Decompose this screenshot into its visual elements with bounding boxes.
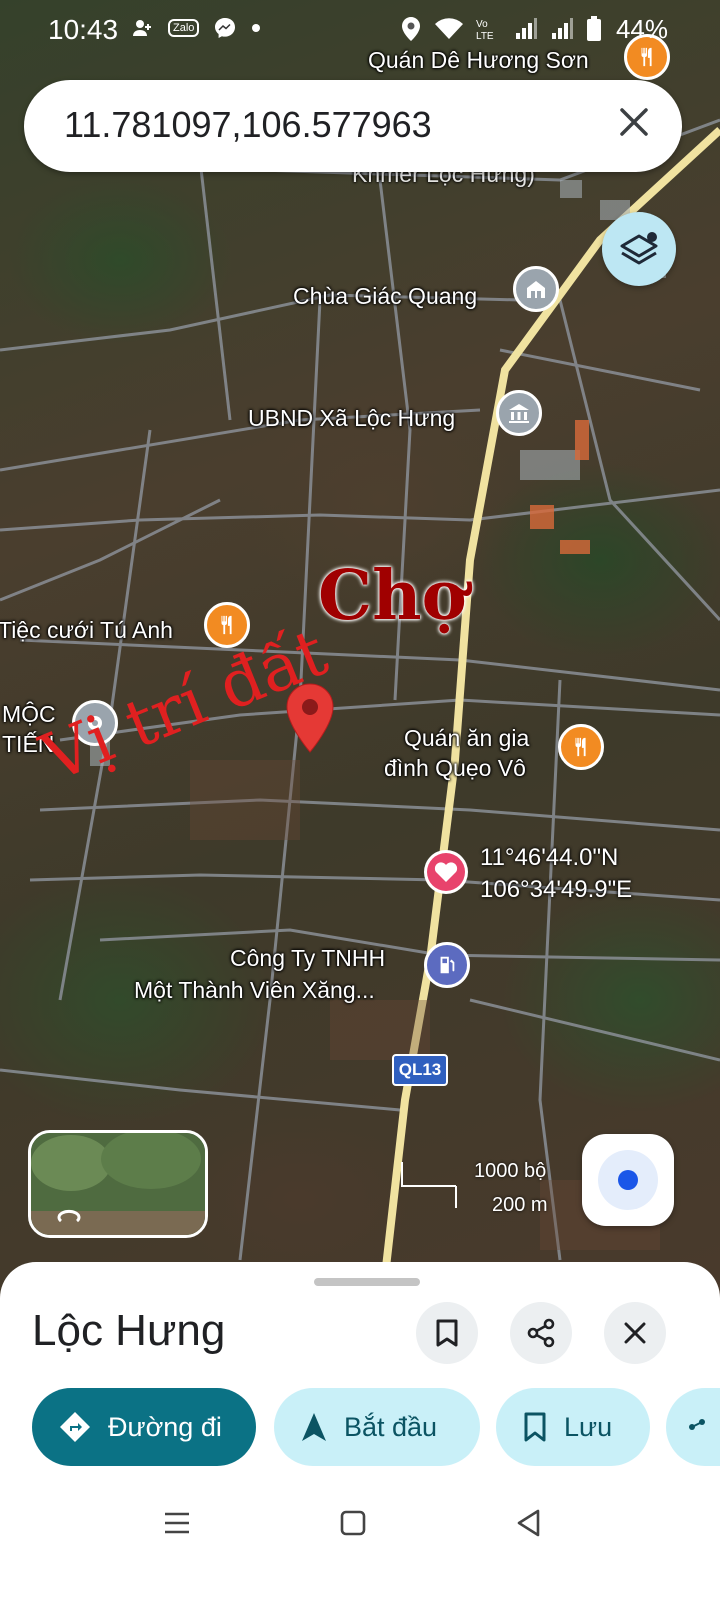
messenger-icon bbox=[215, 18, 236, 38]
status-bar: 10:43 Zalo Vo LTE 44% bbox=[0, 0, 720, 62]
save-place-button[interactable] bbox=[416, 1302, 478, 1364]
layers-button[interactable] bbox=[602, 212, 676, 286]
road-shield-ql13: QL13 bbox=[392, 1054, 448, 1086]
close-sheet-button[interactable] bbox=[604, 1302, 666, 1364]
pin-longitude: 106°34'49.9"E bbox=[480, 876, 633, 903]
start-button[interactable]: Bắt đầu bbox=[274, 1388, 480, 1466]
zalo-icon: Zalo bbox=[168, 19, 200, 37]
close-icon bbox=[624, 1322, 646, 1344]
place-title: Lộc Hưng bbox=[32, 1306, 226, 1355]
gas-station-icon[interactable] bbox=[424, 942, 470, 988]
market-annotation: Chợ bbox=[318, 556, 467, 636]
street-view-image bbox=[31, 1133, 205, 1235]
home-icon[interactable] bbox=[338, 1508, 368, 1538]
poi-label-cong-ty-line1[interactable]: Công Ty TNHH bbox=[230, 944, 385, 972]
poi-label-ubnd[interactable]: UBND Xã Lộc Hưng bbox=[248, 404, 455, 432]
more-notifications-dot-icon bbox=[252, 24, 261, 32]
signal-2-icon bbox=[552, 18, 573, 39]
map-scale: 1000 bộ 200 m bbox=[400, 1158, 560, 1218]
search-bar[interactable]: 11.781097,106.577963 bbox=[24, 80, 682, 172]
road-network bbox=[0, 118, 720, 1320]
pin-coordinates: 11°46'44.0"N 106°34'49.9"E bbox=[480, 842, 632, 906]
poi-label-cong-ty-line2[interactable]: Một Thành Viên Xăng... bbox=[134, 976, 375, 1004]
poi-label-tiec-cuoi[interactable]: Tiệc cưới Tú Anh bbox=[0, 616, 173, 644]
map-view[interactable]: Quán Dê Hương Sơn Khmer Lộc Hưng) Chùa G… bbox=[0, 0, 720, 1320]
government-building-icon[interactable] bbox=[496, 390, 542, 436]
poi-label-chua-giac-quang[interactable]: Chùa Giác Quang bbox=[293, 282, 477, 310]
battery-percent: 44% bbox=[615, 14, 668, 44]
location-dot-icon bbox=[598, 1150, 658, 1210]
bookmark-icon bbox=[524, 1412, 546, 1442]
signal-icon bbox=[516, 18, 537, 39]
zalo-badge-text: Zalo bbox=[173, 22, 195, 34]
navigation-arrow-icon bbox=[302, 1413, 326, 1441]
volte-icon: VoLTE bbox=[476, 19, 494, 41]
share-button[interactable] bbox=[510, 1302, 572, 1364]
directions-button[interactable]: Đường đi bbox=[32, 1388, 256, 1466]
save-label: Lưu bbox=[564, 1411, 613, 1442]
start-label: Bắt đầu bbox=[344, 1411, 438, 1442]
share-icon bbox=[689, 1419, 705, 1430]
scale-metric: 200 m bbox=[492, 1194, 548, 1216]
wifi-icon bbox=[435, 18, 463, 39]
back-icon[interactable] bbox=[514, 1508, 544, 1538]
scale-imperial: 1000 bộ bbox=[474, 1160, 547, 1182]
restaurant-icon[interactable] bbox=[558, 724, 604, 770]
battery-icon bbox=[587, 16, 601, 41]
poi-label-quan-an-line2[interactable]: đình Quẹo Vô bbox=[384, 754, 526, 782]
saved-heart-icon[interactable] bbox=[422, 848, 470, 896]
sheet-drag-handle[interactable] bbox=[314, 1278, 420, 1286]
svg-text:LTE: LTE bbox=[476, 31, 494, 41]
status-system-icons: Vo LTE bbox=[400, 16, 602, 42]
poi-label-quan-an-line1[interactable]: Quán ăn gia bbox=[404, 724, 529, 752]
search-input[interactable]: 11.781097,106.577963 bbox=[64, 104, 432, 146]
street-view-thumbnail[interactable] bbox=[28, 1130, 208, 1238]
contact-icon bbox=[133, 20, 151, 36]
system-navigation-bar bbox=[0, 1480, 720, 1600]
bookmark-icon bbox=[436, 1319, 458, 1347]
my-location-button[interactable] bbox=[582, 1134, 674, 1226]
more-actions-chip[interactable] bbox=[666, 1388, 720, 1466]
temple-icon[interactable] bbox=[513, 266, 559, 312]
directions-icon bbox=[60, 1412, 90, 1442]
pin-latitude: 11°46'44.0"N bbox=[480, 844, 619, 871]
close-icon[interactable] bbox=[614, 102, 654, 142]
directions-label: Đường đi bbox=[108, 1411, 222, 1442]
status-notification-icons: Zalo bbox=[130, 16, 261, 40]
svg-text:Vo: Vo bbox=[476, 19, 488, 30]
recent-apps-icon[interactable] bbox=[162, 1508, 192, 1538]
location-icon bbox=[402, 17, 420, 41]
status-time: 10:43 bbox=[48, 14, 119, 45]
share-icon bbox=[527, 1318, 555, 1348]
save-button[interactable]: Lưu bbox=[496, 1388, 650, 1466]
layers-icon bbox=[620, 232, 658, 265]
